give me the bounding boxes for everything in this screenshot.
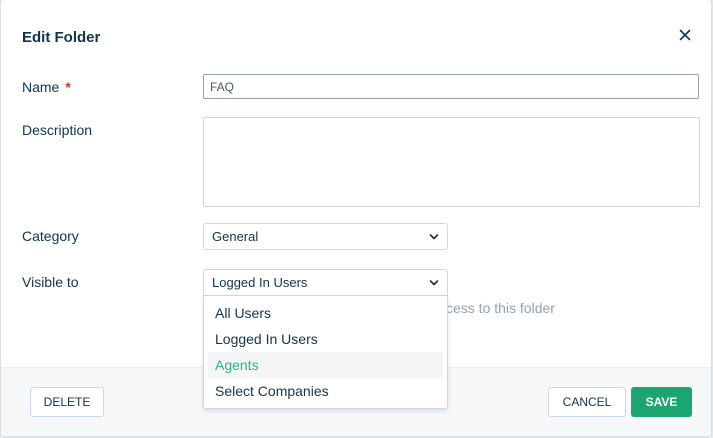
visible-to-dropdown: All Users Logged In Users Agents Select … [203,296,448,409]
chevron-down-icon [429,280,439,286]
delete-button[interactable]: DELETE [30,387,104,417]
visible-to-select[interactable]: Logged In Users [203,269,448,296]
option-logged-in-users[interactable]: Logged In Users [208,326,443,352]
required-marker: * [65,79,71,95]
option-select-companies[interactable]: Select Companies [208,378,443,404]
category-label: Category [22,228,79,244]
category-selected-value: General [212,229,259,244]
save-button[interactable]: SAVE [631,387,692,417]
edit-folder-modal: Edit Folder Name * Description Category G… [1,0,711,436]
modal-title: Edit Folder [22,29,101,46]
visible-to-label: Visible to [22,274,79,290]
cancel-button[interactable]: CANCEL [548,387,626,417]
name-label-text: Name [22,79,60,95]
close-icon [679,29,691,41]
chevron-down-icon [429,234,439,240]
visibility-hint-text: ccess to this folder [439,300,555,316]
visible-to-selected-value: Logged In Users [212,275,308,290]
option-all-users[interactable]: All Users [208,300,443,326]
category-select[interactable]: General [203,223,448,250]
close-button[interactable] [676,26,694,44]
option-agents[interactable]: Agents [208,352,443,378]
name-input[interactable] [203,74,699,99]
name-label: Name * [22,79,71,95]
description-textarea[interactable] [203,117,700,207]
description-label: Description [22,122,93,138]
